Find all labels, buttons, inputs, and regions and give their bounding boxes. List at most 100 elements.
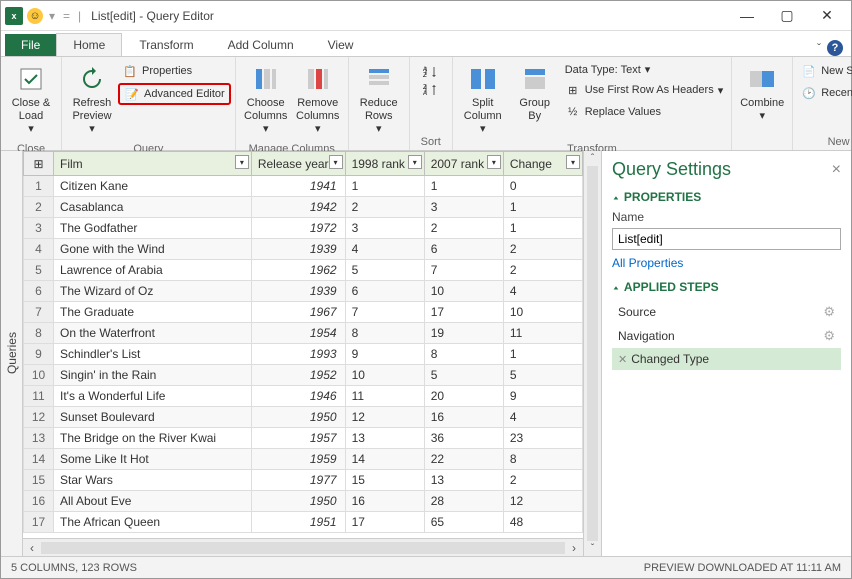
smiley-icon[interactable]: ☺ bbox=[27, 8, 43, 24]
table-row[interactable]: 5Lawrence of Arabia1962572 bbox=[24, 260, 583, 281]
table-row[interactable]: 16All About Eve1950162812 bbox=[24, 491, 583, 512]
qat-dropdown[interactable]: ▾ bbox=[49, 9, 55, 23]
table-row[interactable]: 14Some Like It Hot195914228 bbox=[24, 449, 583, 470]
table-row[interactable]: 2Casablanca1942231 bbox=[24, 197, 583, 218]
filter-icon[interactable]: ▾ bbox=[408, 155, 422, 169]
cell-change[interactable]: 48 bbox=[503, 512, 582, 533]
cell-1998[interactable]: 1 bbox=[345, 176, 424, 197]
tab-transform[interactable]: Transform bbox=[122, 33, 210, 56]
queries-pane-tab[interactable]: Queries bbox=[1, 151, 23, 556]
cell-year[interactable]: 1950 bbox=[251, 407, 345, 428]
tab-add-column[interactable]: Add Column bbox=[211, 33, 311, 56]
cell-2007[interactable]: 6 bbox=[424, 239, 503, 260]
cell-change[interactable]: 1 bbox=[503, 197, 582, 218]
cell-year[interactable]: 1959 bbox=[251, 449, 345, 470]
cell-film[interactable]: All About Eve bbox=[54, 491, 252, 512]
cell-film[interactable]: The African Queen bbox=[54, 512, 252, 533]
cell-2007[interactable]: 22 bbox=[424, 449, 503, 470]
sort-asc-button[interactable]: AZ bbox=[418, 63, 444, 81]
cell-1998[interactable]: 9 bbox=[345, 344, 424, 365]
cell-film[interactable]: The Wizard of Oz bbox=[54, 281, 252, 302]
cell-2007[interactable]: 13 bbox=[424, 470, 503, 491]
group-by-button[interactable]: Group By bbox=[509, 59, 561, 127]
cell-film[interactable]: Some Like It Hot bbox=[54, 449, 252, 470]
gear-icon[interactable]: ⚙ bbox=[823, 328, 835, 344]
choose-columns-button[interactable]: Choose Columns ▾ bbox=[240, 59, 292, 141]
cell-year[interactable]: 1972 bbox=[251, 218, 345, 239]
cell-film[interactable]: The Bridge on the River Kwai bbox=[54, 428, 252, 449]
filter-icon[interactable]: ▾ bbox=[235, 155, 249, 169]
cell-change[interactable]: 8 bbox=[503, 449, 582, 470]
cell-film[interactable]: The Graduate bbox=[54, 302, 252, 323]
table-row[interactable]: 1Citizen Kane1941110 bbox=[24, 176, 583, 197]
cell-1998[interactable]: 8 bbox=[345, 323, 424, 344]
split-column-button[interactable]: Split Column ▾ bbox=[457, 59, 509, 141]
table-row[interactable]: 12Sunset Boulevard195012164 bbox=[24, 407, 583, 428]
cell-change[interactable]: 12 bbox=[503, 491, 582, 512]
replace-values-button[interactable]: ½Replace Values bbox=[561, 102, 728, 122]
cell-year[interactable]: 1957 bbox=[251, 428, 345, 449]
query-name-input[interactable] bbox=[612, 228, 841, 250]
cell-1998[interactable]: 11 bbox=[345, 386, 424, 407]
cell-year[interactable]: 1962 bbox=[251, 260, 345, 281]
maximize-button[interactable]: ▢ bbox=[767, 2, 807, 30]
table-row[interactable]: 7The Graduate196771710 bbox=[24, 302, 583, 323]
close-and-load-button[interactable]: Close & Load ▾ bbox=[5, 59, 57, 141]
ribbon-collapse[interactable]: ˇ bbox=[817, 41, 821, 55]
table-row[interactable]: 3The Godfather1972321 bbox=[24, 218, 583, 239]
tab-file[interactable]: File bbox=[5, 34, 56, 56]
tab-view[interactable]: View bbox=[311, 33, 371, 56]
reduce-rows-button[interactable]: Reduce Rows ▾ bbox=[353, 59, 405, 141]
cell-change[interactable]: 10 bbox=[503, 302, 582, 323]
vertical-scrollbar[interactable]: ˆ ˇ bbox=[583, 151, 601, 556]
filter-icon[interactable]: ▾ bbox=[487, 155, 501, 169]
cell-change[interactable]: 2 bbox=[503, 239, 582, 260]
column-header[interactable]: 2007 rank▾ bbox=[424, 152, 503, 176]
cell-1998[interactable]: 4 bbox=[345, 239, 424, 260]
all-properties-link[interactable]: All Properties bbox=[612, 256, 683, 270]
cell-1998[interactable]: 2 bbox=[345, 197, 424, 218]
column-header[interactable]: Change▾ bbox=[503, 152, 582, 176]
cell-2007[interactable]: 3 bbox=[424, 197, 503, 218]
cell-2007[interactable]: 28 bbox=[424, 491, 503, 512]
cell-1998[interactable]: 14 bbox=[345, 449, 424, 470]
table-row[interactable]: 4Gone with the Wind1939462 bbox=[24, 239, 583, 260]
cell-1998[interactable]: 17 bbox=[345, 512, 424, 533]
cell-1998[interactable]: 5 bbox=[345, 260, 424, 281]
table-corner[interactable]: ⊞ bbox=[24, 152, 54, 176]
properties-button[interactable]: 📋Properties bbox=[118, 61, 231, 81]
cell-2007[interactable]: 19 bbox=[424, 323, 503, 344]
tab-home[interactable]: Home bbox=[56, 33, 122, 56]
cell-2007[interactable]: 36 bbox=[424, 428, 503, 449]
close-button[interactable]: ✕ bbox=[807, 2, 847, 30]
cell-year[interactable]: 1950 bbox=[251, 491, 345, 512]
cell-1998[interactable]: 15 bbox=[345, 470, 424, 491]
cell-2007[interactable]: 16 bbox=[424, 407, 503, 428]
advanced-editor-button[interactable]: 📝Advanced Editor bbox=[118, 83, 231, 105]
cell-1998[interactable]: 16 bbox=[345, 491, 424, 512]
cell-2007[interactable]: 7 bbox=[424, 260, 503, 281]
cell-year[interactable]: 1939 bbox=[251, 281, 345, 302]
cell-year[interactable]: 1977 bbox=[251, 470, 345, 491]
data-type-button[interactable]: Data Type: Text ▾ bbox=[561, 61, 728, 78]
cell-1998[interactable]: 13 bbox=[345, 428, 424, 449]
cell-film[interactable]: Lawrence of Arabia bbox=[54, 260, 252, 281]
cell-change[interactable]: 2 bbox=[503, 260, 582, 281]
cell-year[interactable]: 1941 bbox=[251, 176, 345, 197]
table-row[interactable]: 6The Wizard of Oz19396104 bbox=[24, 281, 583, 302]
cell-2007[interactable]: 5 bbox=[424, 365, 503, 386]
table-row[interactable]: 15Star Wars197715132 bbox=[24, 470, 583, 491]
properties-header[interactable]: PROPERTIES bbox=[612, 190, 841, 204]
column-header[interactable]: 1998 rank▾ bbox=[345, 152, 424, 176]
gear-icon[interactable]: ⚙ bbox=[823, 304, 835, 320]
cell-film[interactable]: Sunset Boulevard bbox=[54, 407, 252, 428]
applied-steps-header[interactable]: APPLIED STEPS bbox=[612, 280, 841, 294]
table-row[interactable]: 13The Bridge on the River Kwai1957133623 bbox=[24, 428, 583, 449]
cell-change[interactable]: 4 bbox=[503, 407, 582, 428]
cell-2007[interactable]: 1 bbox=[424, 176, 503, 197]
cell-year[interactable]: 1939 bbox=[251, 239, 345, 260]
cell-2007[interactable]: 20 bbox=[424, 386, 503, 407]
cell-film[interactable]: Casablanca bbox=[54, 197, 252, 218]
horizontal-scrollbar[interactable]: ‹› bbox=[23, 538, 583, 556]
minimize-button[interactable]: — bbox=[727, 2, 767, 30]
